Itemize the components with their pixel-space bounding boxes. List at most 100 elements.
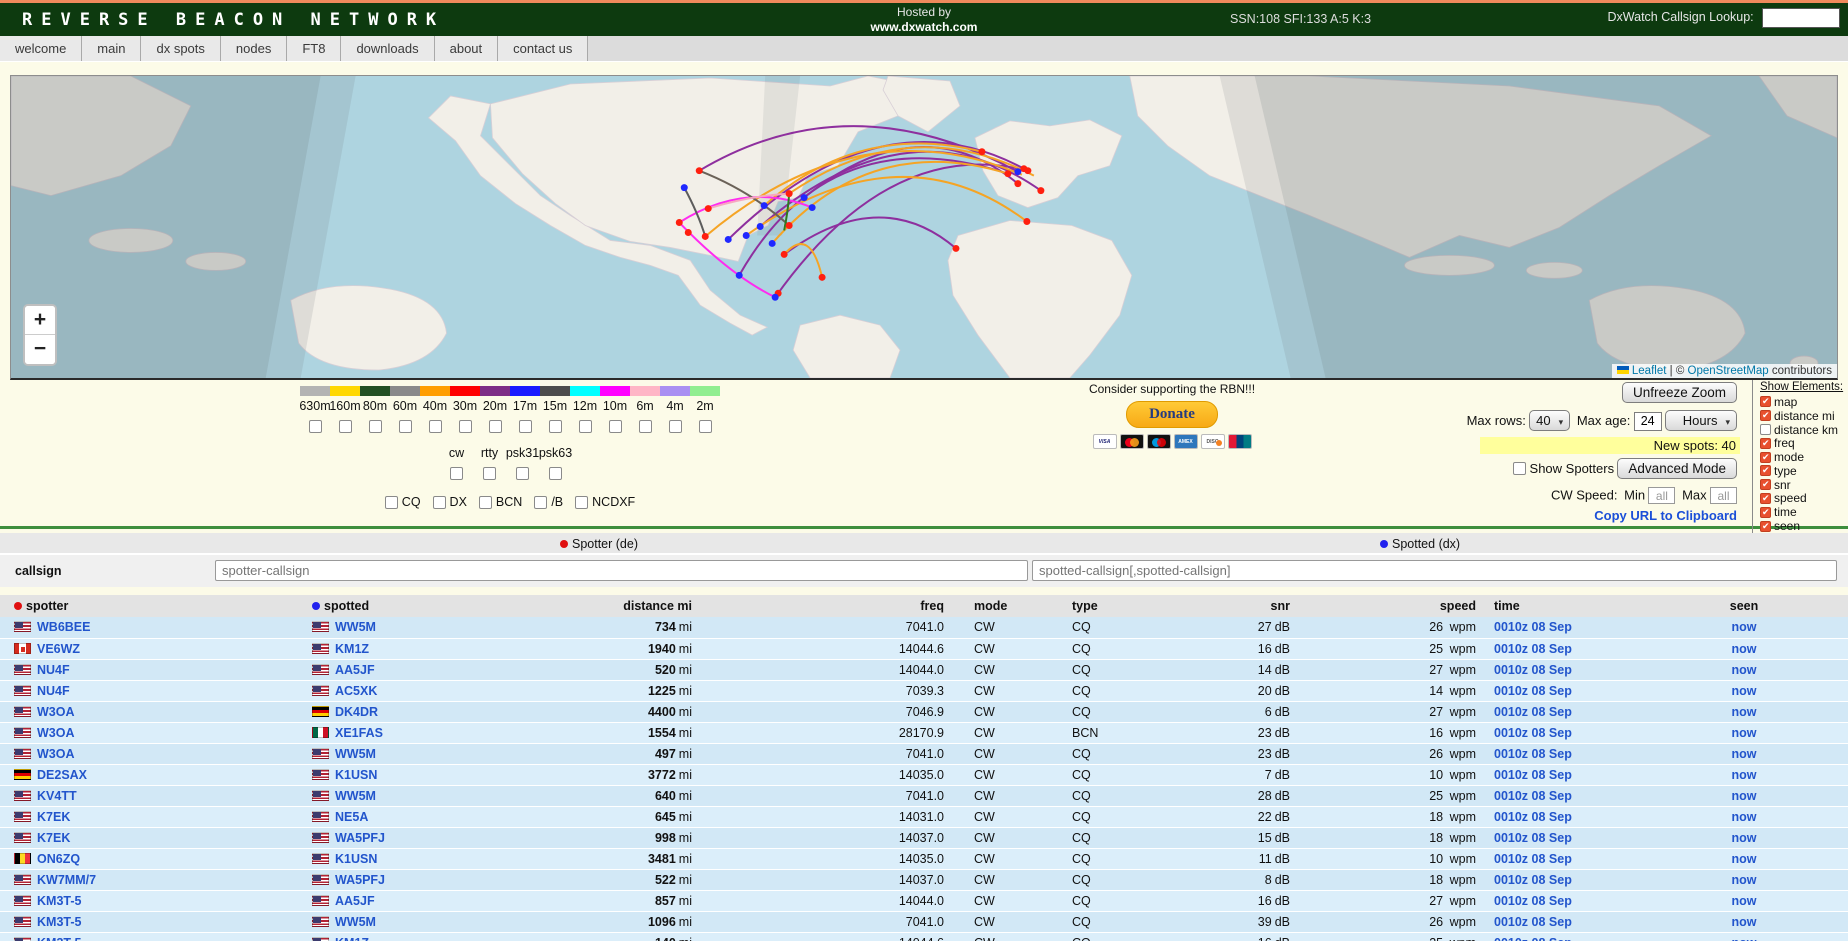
type-checkbox[interactable] [479, 496, 492, 509]
spotter-callsign-link[interactable]: K7EK [37, 810, 70, 824]
seen-link[interactable]: now [1732, 873, 1757, 887]
show-element-checkbox[interactable] [1760, 507, 1771, 518]
spotter-callsign-link[interactable]: KM3T-5 [37, 936, 81, 941]
spotter-callsign-link[interactable]: KM3T-5 [37, 894, 81, 908]
spotter-callsign-link[interactable]: NU4F [37, 663, 70, 677]
seen-link[interactable]: now [1732, 705, 1757, 719]
show-element-checkbox[interactable] [1760, 521, 1771, 532]
seen-link[interactable]: now [1732, 789, 1757, 803]
spotter-callsign-link[interactable]: W3OA [37, 747, 75, 761]
spot-time-link[interactable]: 0010z 08 Sep [1494, 831, 1572, 845]
mode-checkbox[interactable] [450, 467, 463, 480]
mode-checkbox[interactable] [549, 467, 562, 480]
show-element-checkbox[interactable] [1760, 424, 1771, 435]
spot-time-link[interactable]: 0010z 08 Sep [1494, 684, 1572, 698]
spotter-callsign-link[interactable]: W3OA [37, 705, 75, 719]
spotted-callsign-link[interactable]: AA5JF [335, 894, 375, 908]
spot-time-link[interactable]: 0010z 08 Sep [1494, 642, 1572, 656]
seen-link[interactable]: now [1732, 894, 1757, 908]
unfreeze-zoom-button[interactable]: Unfreeze Zoom [1622, 382, 1737, 403]
band-checkbox[interactable] [489, 420, 502, 433]
seen-link[interactable]: now [1732, 915, 1757, 929]
band-checkbox[interactable] [639, 420, 652, 433]
seen-link[interactable]: now [1732, 684, 1757, 698]
nav-tab[interactable]: main [82, 36, 141, 61]
nav-tab[interactable]: welcome [0, 36, 82, 61]
seen-link[interactable]: now [1732, 726, 1757, 740]
type-checkbox[interactable] [385, 496, 398, 509]
band-checkbox[interactable] [339, 420, 352, 433]
spotter-callsign-link[interactable]: NU4F [37, 684, 70, 698]
spotted-callsign-link[interactable]: XE1FAS [335, 726, 383, 740]
osm-link[interactable]: OpenStreetMap [1688, 365, 1769, 377]
band-checkbox[interactable] [609, 420, 622, 433]
seen-link[interactable]: now [1732, 936, 1757, 941]
donate-button[interactable]: Donate [1126, 401, 1218, 428]
spotted-callsign-link[interactable]: NE5A [335, 810, 368, 824]
spotted-callsign-link[interactable]: WA5PFJ [335, 873, 385, 887]
seen-link[interactable]: now [1732, 831, 1757, 845]
spot-time-link[interactable]: 0010z 08 Sep [1494, 852, 1572, 866]
nav-tab[interactable]: dx spots [141, 36, 220, 61]
seen-link[interactable]: now [1732, 747, 1757, 761]
spotted-callsign-link[interactable]: KM1Z [335, 936, 369, 941]
spot-time-link[interactable]: 0010z 08 Sep [1494, 915, 1572, 929]
type-checkbox[interactable] [433, 496, 446, 509]
spot-time-link[interactable]: 0010z 08 Sep [1494, 810, 1572, 824]
band-checkbox[interactable] [579, 420, 592, 433]
spotted-callsign-link[interactable]: AA5JF [335, 663, 375, 677]
show-element-checkbox[interactable] [1760, 479, 1771, 490]
max-rows-select[interactable]: 40▾ [1529, 410, 1570, 431]
spotted-callsign-input[interactable] [1032, 560, 1837, 581]
show-element-checkbox[interactable] [1760, 410, 1771, 421]
type-checkbox[interactable] [575, 496, 588, 509]
show-spotters-checkbox[interactable] [1513, 462, 1526, 475]
band-checkbox[interactable] [459, 420, 472, 433]
max-age-unit-select[interactable]: Hours▾ [1665, 410, 1737, 431]
show-element-checkbox[interactable] [1760, 465, 1771, 476]
seen-link[interactable]: now [1732, 768, 1757, 782]
spot-time-link[interactable]: 0010z 08 Sep [1494, 894, 1572, 908]
spotted-callsign-link[interactable]: K1USN [335, 768, 377, 782]
copy-url-link[interactable]: Copy URL to Clipboard [1594, 508, 1737, 523]
seen-link[interactable]: now [1732, 810, 1757, 824]
advanced-mode-button[interactable]: Advanced Mode [1617, 458, 1737, 479]
spot-time-link[interactable]: 0010z 08 Sep [1494, 873, 1572, 887]
dxwatch-link[interactable]: www.dxwatch.com [871, 20, 978, 34]
seen-link[interactable]: now [1732, 852, 1757, 866]
spotter-callsign-link[interactable]: WB6BEE [37, 620, 90, 634]
nav-tab[interactable]: nodes [221, 36, 287, 61]
spotted-callsign-link[interactable]: WW5M [335, 620, 376, 634]
band-checkbox[interactable] [429, 420, 442, 433]
nav-tab[interactable]: downloads [341, 36, 434, 61]
callsign-lookup-input[interactable] [1762, 8, 1840, 28]
spot-time-link[interactable]: 0010z 08 Sep [1494, 620, 1572, 634]
cw-speed-min-input[interactable] [1648, 487, 1675, 504]
band-checkbox[interactable] [369, 420, 382, 433]
spotted-callsign-link[interactable]: WW5M [335, 789, 376, 803]
spot-time-link[interactable]: 0010z 08 Sep [1494, 663, 1572, 677]
spot-time-link[interactable]: 0010z 08 Sep [1494, 789, 1572, 803]
spotter-callsign-link[interactable]: ON6ZQ [37, 852, 80, 866]
spot-time-link[interactable]: 0010z 08 Sep [1494, 726, 1572, 740]
nav-tab[interactable]: FT8 [287, 36, 341, 61]
spot-time-link[interactable]: 0010z 08 Sep [1494, 705, 1572, 719]
spotted-callsign-link[interactable]: K1USN [335, 852, 377, 866]
band-checkbox[interactable] [699, 420, 712, 433]
spotter-callsign-link[interactable]: K7EK [37, 831, 70, 845]
spotted-callsign-link[interactable]: WW5M [335, 915, 376, 929]
show-element-checkbox[interactable] [1760, 452, 1771, 463]
zoom-in-button[interactable]: + [25, 306, 55, 335]
spotted-callsign-link[interactable]: DK4DR [335, 705, 378, 719]
spot-time-link[interactable]: 0010z 08 Sep [1494, 747, 1572, 761]
spotter-callsign-link[interactable]: VE6WZ [37, 642, 80, 656]
seen-link[interactable]: now [1732, 620, 1757, 634]
zoom-out-button[interactable]: − [25, 335, 55, 364]
cw-speed-max-input[interactable] [1710, 487, 1737, 504]
max-age-input[interactable] [1634, 412, 1662, 431]
spotter-callsign-link[interactable]: KM3T-5 [37, 915, 81, 929]
spotted-callsign-link[interactable]: WW5M [335, 747, 376, 761]
spotter-callsign-input[interactable] [215, 560, 1028, 581]
band-checkbox[interactable] [549, 420, 562, 433]
band-checkbox[interactable] [519, 420, 532, 433]
